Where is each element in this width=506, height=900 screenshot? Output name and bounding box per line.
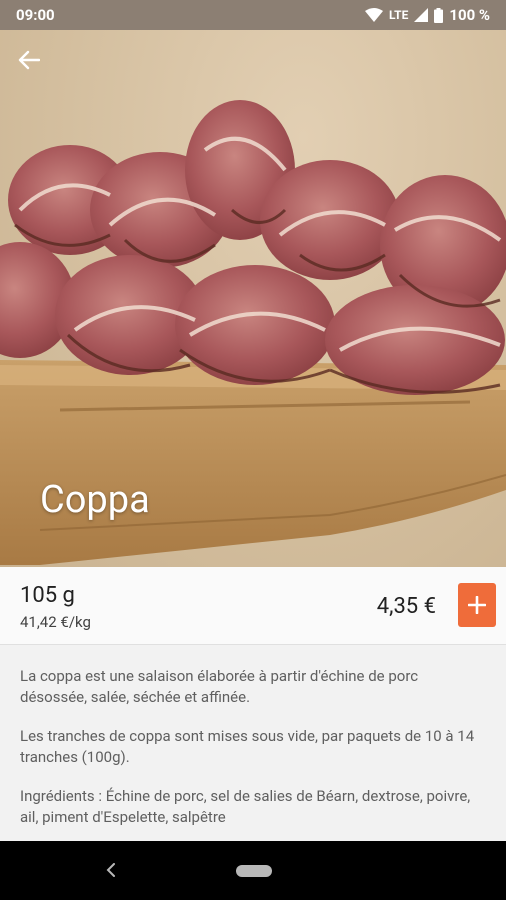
product-description: La coppa est une salaison élaborée à par… [0,646,506,841]
navigation-bar [0,841,506,900]
ingredients-paragraph: Ingrédients : Échine de porc, sel de sal… [20,787,471,826]
chevron-left-icon [106,863,115,877]
product-info-bar: 105 g 41,42 €/kg 4,35 € [0,567,506,645]
arrow-left-icon [18,50,40,70]
network-type: LTE [389,8,409,22]
home-pill-icon[interactable] [236,865,272,877]
product-price: 4,35 € [376,594,436,619]
nav-back-button[interactable] [100,859,122,881]
status-time: 09:00 [16,6,55,24]
status-icons: LTE 100 % [365,6,490,24]
product-weight: 105 g [20,583,75,608]
product-title: Coppa [40,478,150,522]
battery-icon [434,7,444,23]
status-bar: 09:00 LTE 100 % [0,0,506,30]
product-unit-price: 41,42 €/kg [20,613,91,631]
description-paragraph: Les tranches de coppa sont mises sous vi… [20,727,475,766]
add-to-cart-button[interactable] [458,583,496,627]
description-paragraph: La coppa est une salaison élaborée à par… [20,667,419,706]
back-button[interactable] [18,50,52,84]
signal-icon [414,8,429,22]
product-image: Coppa [0,30,506,567]
battery-level: 100 % [449,6,490,24]
plus-icon [468,596,486,614]
wifi-icon [365,8,383,22]
